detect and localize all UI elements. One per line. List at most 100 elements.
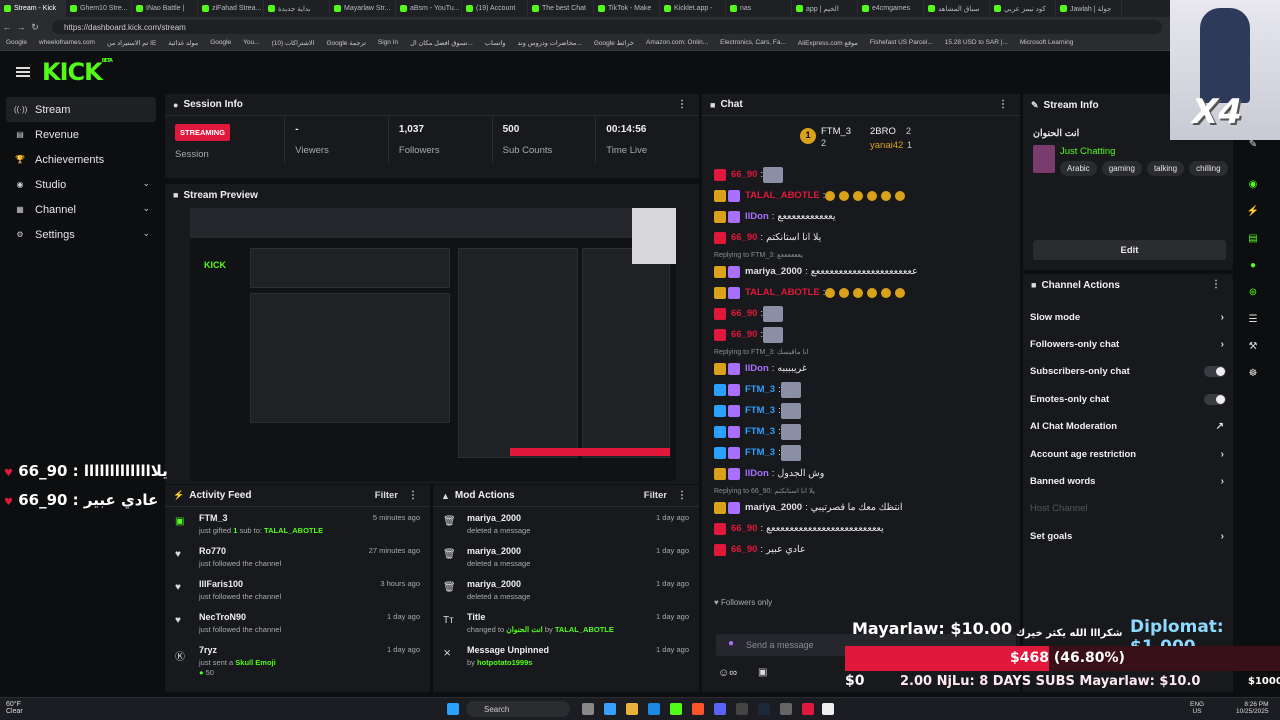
sidebar-item-revenue[interactable]: ▤ Revenue — [0, 122, 162, 147]
folder-icon[interactable] — [626, 703, 638, 715]
chevron-down-icon[interactable]: ⌄ — [142, 203, 150, 214]
app-icon[interactable] — [780, 703, 792, 715]
task-view-icon[interactable] — [582, 703, 594, 715]
chat-message[interactable]: llDon: غريببببه — [706, 358, 1016, 379]
bookmark-item[interactable]: Google — [0, 37, 33, 50]
broadcast-tool-icon[interactable]: ⊛ — [1241, 282, 1265, 304]
browser-tab[interactable]: (19) Account — [462, 0, 528, 17]
lightning-tool-icon[interactable]: ⚡ — [1241, 201, 1265, 223]
kick-logo[interactable]: KICKBETA — [42, 58, 113, 86]
camera-tool-icon[interactable]: ◉ — [1241, 174, 1265, 196]
chat-username[interactable]: TALAL_ABOTLE — [745, 287, 820, 298]
weather-widget[interactable]: 60°F Clear — [6, 701, 23, 715]
wrench-tool-icon[interactable]: ⚒ — [1241, 336, 1265, 358]
sidebar-item-achievements[interactable]: 🏆 Achievements — [0, 147, 162, 172]
chat-messages[interactable]: 66_90: TALAL_ABOTLE: llDon: يعععععععععععع 66… — [706, 164, 1016, 594]
browser-tab[interactable]: Stream - Kick — [0, 0, 66, 17]
edge-icon[interactable] — [648, 703, 660, 715]
mod-filter-button[interactable]: Filter — [644, 490, 667, 501]
bookmark-item[interactable]: Electronics, Cars, Fa... — [714, 37, 792, 50]
more-icon[interactable]: ⋮ — [677, 490, 687, 501]
browser-tab[interactable]: Jawlah | جولة — [1056, 0, 1122, 17]
bookmark-item[interactable]: Amazon.com: Onlin... — [640, 37, 714, 50]
app-icon[interactable] — [736, 703, 748, 715]
bookmark-item[interactable]: محاضرات ودروس وند... — [511, 37, 587, 50]
sidebar-item-settings[interactable]: ⚙ Settings ⌄ — [0, 222, 162, 247]
chat-username[interactable]: llDon — [745, 468, 769, 479]
discord-icon[interactable] — [714, 703, 726, 715]
chat-username[interactable]: 66_90 — [731, 169, 757, 180]
bookmark-item[interactable]: تسوق افضل مكان ال... — [404, 37, 479, 50]
chat-username[interactable]: TALAL_ABOTLE — [745, 190, 820, 201]
bookmark-item[interactable]: Sign In — [372, 37, 404, 50]
channel-action-account-age-restriction[interactable]: Account age restriction › — [1030, 441, 1226, 467]
channel-action-ai-chat-moderation[interactable]: AI Chat Moderation ↗ — [1030, 414, 1226, 440]
tag-chip[interactable]: gaming — [1101, 161, 1142, 176]
browser-tab[interactable]: INao Battle | — [132, 0, 198, 17]
bookmark-item[interactable]: You... — [237, 37, 265, 50]
browser-tab[interactable]: بداية جديدة — [264, 0, 330, 17]
channel-action-set-goals[interactable]: Set goals › — [1030, 523, 1226, 549]
chat-message[interactable]: 66_90: عادي عبير — [706, 539, 1016, 560]
bookmark-item[interactable]: Google — [204, 37, 237, 50]
chevron-down-icon[interactable]: ⌄ — [142, 178, 150, 189]
language-indicator[interactable]: ENG US — [1190, 701, 1204, 715]
channel-action-followers-only-chat[interactable]: Followers-only chat › — [1030, 331, 1226, 357]
chat-message[interactable]: 66_90: يلا انا استانكتم — [706, 227, 1016, 248]
chat-message[interactable]: FTM_3: — [706, 442, 1016, 463]
chat-message[interactable]: 66_90: — [706, 303, 1016, 324]
app-icon[interactable] — [802, 703, 814, 715]
server-tool-icon[interactable]: ☰ — [1241, 309, 1265, 331]
windows-start-icon[interactable] — [447, 703, 459, 715]
chat-username[interactable]: mariya_2000 — [745, 266, 802, 277]
url-input[interactable]: https://dashboard.kick.com/stream — [52, 20, 1162, 34]
bookmark-item[interactable]: الاشتراكات (10) — [266, 37, 321, 50]
browser-tab[interactable]: The best Chat — [528, 0, 594, 17]
activity-filter-button[interactable]: Filter — [375, 490, 398, 501]
apps-tool-icon[interactable]: ☸ — [1241, 363, 1265, 385]
chat-username[interactable]: 66_90 — [731, 308, 757, 319]
taskbar-search[interactable]: Search — [466, 701, 570, 717]
browser-tab[interactable]: Mayarlaw Str... — [330, 0, 396, 17]
chat-username[interactable]: 66_90 — [731, 232, 757, 243]
chat-username[interactable]: 66_90 — [731, 523, 757, 534]
gift-icon[interactable]: ▣ — [758, 667, 767, 678]
browser-tab[interactable]: ziFahad Strea... — [198, 0, 264, 17]
chat-message[interactable]: 66_90: — [706, 324, 1016, 345]
bookmark-item[interactable]: Google خرائط — [588, 37, 640, 50]
browser-tab[interactable]: سباق المشاهد — [924, 0, 990, 17]
tag-chip[interactable]: chilling — [1189, 161, 1228, 176]
more-icon[interactable]: ⋮ — [408, 490, 418, 501]
chat-username[interactable]: mariya_2000 — [745, 502, 802, 513]
stream-preview-video[interactable]: KICK — [190, 208, 676, 481]
steam-icon[interactable] — [758, 703, 770, 715]
chat-message[interactable]: TALAL_ABOTLE: — [706, 282, 1016, 303]
chat-message[interactable]: FTM_3: — [706, 379, 1016, 400]
bookmark-item[interactable]: wheelofnames.com — [33, 37, 101, 50]
sidebar-item-studio[interactable]: ◉ Studio ⌄ — [0, 172, 162, 197]
mic-icon[interactable]: ● — [728, 638, 734, 649]
bookmark-item[interactable]: AliExpress.com موقع — [792, 37, 864, 50]
chat-tool-icon[interactable]: ● — [1241, 255, 1265, 277]
browser-tab[interactable]: Ghem10 Stre... — [66, 0, 132, 17]
browser-tab[interactable]: e4cmgames — [858, 0, 924, 17]
chat-message[interactable]: mariya_2000: ععععععععععععععععععععععع — [706, 261, 1016, 282]
chat-message[interactable]: 66_90: — [706, 164, 1016, 185]
chat-message[interactable]: FTM_3: — [706, 421, 1016, 442]
chevron-down-icon[interactable]: ⌄ — [142, 228, 150, 239]
app-icon[interactable] — [604, 703, 616, 715]
chat-message[interactable]: TALAL_ABOTLE: — [706, 185, 1016, 206]
toggle-switch[interactable] — [1204, 366, 1226, 378]
more-icon[interactable]: ⋮ — [1211, 279, 1221, 290]
browser-tab[interactable]: TikTok - Make — [594, 0, 660, 17]
bookmark-item[interactable]: واتساب — [479, 37, 512, 50]
bookmark-item[interactable]: Microsoft Learning — [1014, 37, 1079, 50]
forward-icon[interactable]: → — [14, 22, 28, 32]
bookmark-item[interactable]: 15.28 USD to SAR |... — [939, 37, 1014, 50]
browser-tab[interactable]: app | الخيم — [792, 0, 858, 17]
bookmark-item[interactable]: تم الاستيراد من IE — [101, 37, 162, 50]
sidebar-item-stream[interactable]: ((·)) Stream — [6, 97, 156, 122]
chat-username[interactable]: llDon — [745, 211, 769, 222]
tag-chip[interactable]: talking — [1146, 161, 1185, 176]
chat-username[interactable]: FTM_3 — [745, 426, 775, 437]
